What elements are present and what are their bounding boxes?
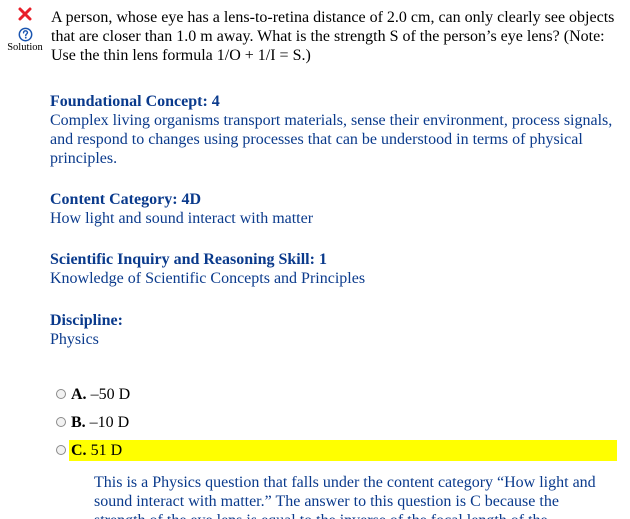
radio-button-a[interactable] [56, 389, 66, 399]
choice-a-value: –50 D [90, 386, 131, 403]
choice-a-label: A. –50 D [71, 385, 130, 404]
discipline-block: Discipline: Physics [50, 311, 620, 349]
correct-answer-highlight [69, 440, 617, 461]
content-category-heading: Content Category: 4D [50, 191, 202, 208]
radio-button-c[interactable] [56, 445, 66, 455]
question-circle-icon[interactable] [18, 27, 33, 42]
reasoning-skill-heading: Scientific Inquiry and Reasoning Skill: … [50, 251, 327, 268]
choice-c-letter: C. [71, 442, 87, 459]
choice-b-value: –10 D [89, 414, 130, 431]
discipline-text: Physics [50, 331, 99, 348]
choice-a-letter: A. [71, 386, 87, 403]
choice-b[interactable]: B. –10 D [56, 413, 620, 432]
discipline-heading: Discipline: [50, 312, 123, 329]
status-column: Solution [0, 6, 50, 53]
reasoning-skill-text: Knowledge of Scientific Concepts and Pri… [50, 270, 366, 287]
choice-c-value: 51 D [90, 442, 123, 459]
explanation-text: This is a Physics question that falls un… [94, 474, 596, 519]
foundational-concept-heading: Foundational Concept: 4 [50, 93, 220, 110]
question-text: A person, whose eye has a lens-to-retina… [51, 9, 615, 64]
reasoning-skill-block: Scientific Inquiry and Reasoning Skill: … [50, 250, 620, 288]
choice-c-label: C. 51 D [71, 441, 122, 460]
content-category-block: Content Category: 4D How light and sound… [50, 190, 620, 228]
content-category-text: How light and sound interact with matter [50, 210, 314, 227]
choice-c[interactable]: C. 51 D [56, 440, 620, 461]
radio-button-b[interactable] [56, 417, 66, 427]
foundational-concept-text: Complex living organisms transport mater… [50, 112, 613, 167]
choice-b-letter: B. [71, 414, 86, 431]
choice-a[interactable]: A. –50 D [56, 385, 620, 404]
answer-choices: A. –50 D B. –10 D C. 51 D [56, 385, 620, 469]
solution-link[interactable]: Solution [0, 42, 50, 53]
choice-b-label: B. –10 D [71, 413, 129, 432]
foundational-concept-block: Foundational Concept: 4 Complex living o… [50, 92, 620, 168]
explanation: This is a Physics question that falls un… [94, 473, 614, 519]
x-mark-icon [18, 7, 32, 21]
